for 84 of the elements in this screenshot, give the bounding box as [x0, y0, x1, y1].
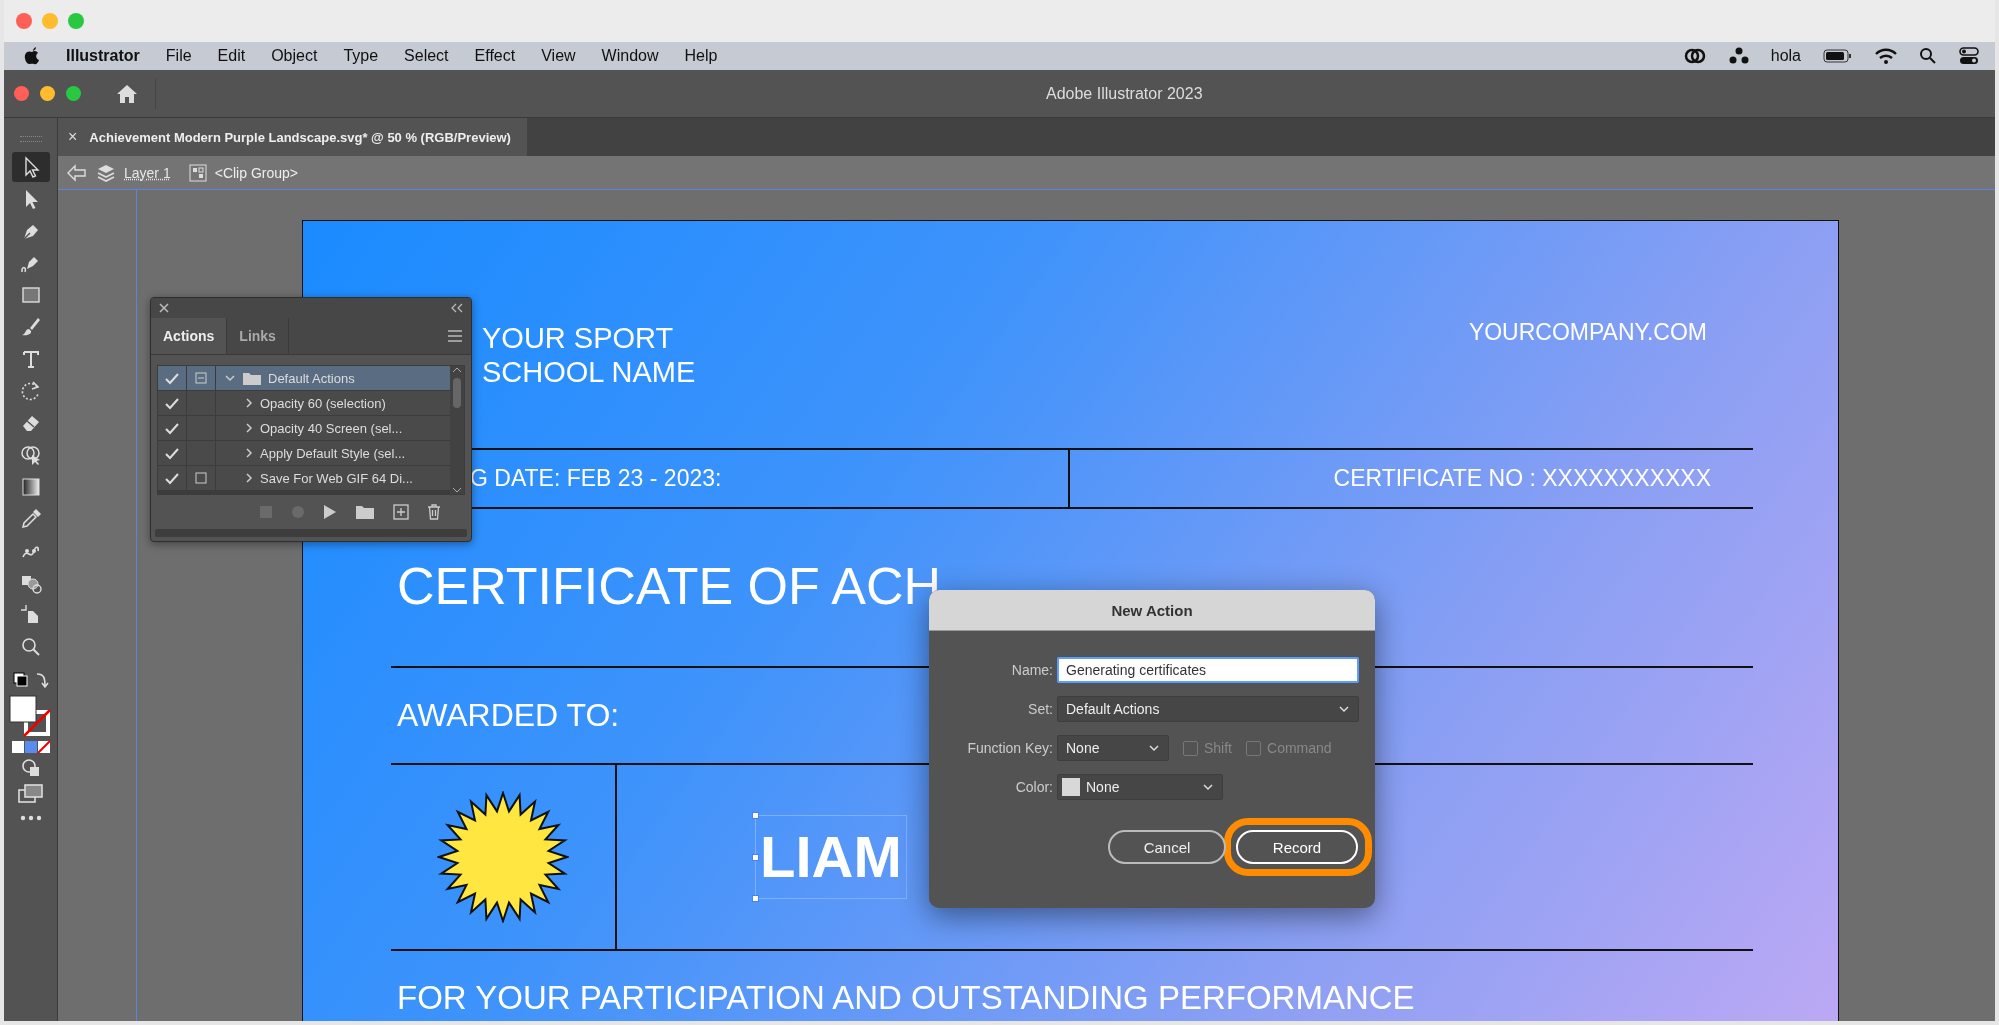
chevron-down-icon: [452, 486, 462, 494]
menu-item[interactable]: Object: [271, 47, 318, 65]
apple-icon[interactable]: [24, 47, 40, 65]
wifi-icon[interactable]: [1875, 48, 1897, 64]
footer-text: FOR YOUR PARTICIPATION AND OUTSTANDING PERFORMANCE: [397, 979, 1415, 1016]
close-icon[interactable]: [159, 303, 169, 313]
menu-item[interactable]: Help: [684, 47, 718, 65]
battery-icon[interactable]: [1823, 48, 1853, 64]
set-dropdown[interactable]: Default Actions: [1057, 696, 1359, 722]
menu-item[interactable]: View: [541, 47, 576, 65]
new-item-icon[interactable]: [393, 504, 409, 520]
layers-icon: [96, 162, 116, 183]
action-name: Opacity 40 Screen (sel...: [260, 420, 403, 436]
action-row[interactable]: Default Actions: [158, 366, 450, 390]
field-label: Function Key:: [967, 740, 1053, 756]
chevron-right-icon: [244, 422, 254, 434]
panel-tab[interactable]: Actions: [151, 318, 228, 354]
chevron-down-icon: [224, 373, 236, 383]
app-menu[interactable]: Illustrator: [66, 47, 140, 65]
menu-item[interactable]: File: [165, 47, 192, 65]
action-name: Apply Default Style (sel...: [260, 445, 406, 461]
function-key-dropdown[interactable]: None: [1057, 735, 1169, 761]
folder-icon: [242, 370, 262, 386]
action-name: Default Actions: [268, 370, 355, 386]
window-control[interactable]: [16, 13, 32, 29]
chevron-down-icon: [1338, 704, 1350, 714]
chevron-down-icon: [1202, 782, 1214, 792]
trash-icon[interactable]: [427, 504, 441, 520]
menu-item[interactable]: Select: [404, 47, 449, 65]
action-row[interactable]: Opacity 40 Screen (sel...: [158, 416, 450, 440]
action-name: Opacity 60 (selection): [260, 395, 386, 411]
chevron-right-icon: [244, 472, 254, 484]
menu-item[interactable]: Edit: [217, 47, 246, 65]
user-name[interactable]: hola: [1770, 47, 1801, 65]
action-row[interactable]: Save For Web GIF 64 Di...: [158, 466, 450, 490]
field-label: Color:: [1015, 779, 1053, 795]
layer-link[interactable]: Layer 1: [124, 164, 171, 181]
color-modes-icon[interactable]: [10, 740, 51, 754]
menu-item[interactable]: Type: [343, 47, 379, 65]
folder-icon[interactable]: [355, 504, 375, 520]
fill-stroke-swatch-icon[interactable]: [7, 694, 54, 738]
control-center-icon[interactable]: [1959, 47, 1979, 65]
website: YOURCOMPANY.COM: [1468, 319, 1707, 347]
window-title: Adobe Illustrator 2023: [1046, 84, 1203, 103]
action-name: Save For Web GIF 64 Di...: [260, 470, 413, 486]
clip-group-icon: [188, 163, 207, 182]
scrollbar-thumb[interactable]: [453, 378, 461, 408]
awarded-label: AWARDED TO:: [397, 697, 620, 734]
home-icon[interactable]: [115, 82, 139, 105]
collapse-icon[interactable]: [451, 303, 463, 313]
pointer-outline-icon[interactable]: [11, 152, 50, 182]
chevron-right-icon: [244, 447, 254, 459]
three-dots-icon[interactable]: [1728, 47, 1749, 65]
window-control[interactable]: [40, 86, 55, 101]
screen-mode-icon[interactable]: [16, 782, 45, 806]
play-icon[interactable]: [323, 504, 337, 520]
chevron-down-icon: [1148, 743, 1160, 753]
dialog-toggle-icon: [195, 372, 207, 384]
menu-item[interactable]: Window: [601, 47, 659, 65]
certificate-number: CERTIFICATE NO : XXXXXXXXXXX: [1333, 465, 1711, 492]
field-label: Name:: [1011, 662, 1053, 678]
window-control[interactable]: [66, 86, 81, 101]
chevron-up-icon: [452, 366, 462, 374]
search-icon[interactable]: [1919, 47, 1937, 65]
creative-cloud-icon[interactable]: [1682, 46, 1707, 66]
name-field[interactable]: Generating certificates: [1057, 657, 1359, 683]
school-name: YOUR SPORT SCHOOL NAME: [482, 321, 696, 390]
chevron-right-icon: [244, 397, 254, 409]
scrollbar[interactable]: [450, 366, 464, 494]
dialog-toggle-icon: [195, 472, 207, 484]
window-control[interactable]: [14, 86, 29, 101]
action-row[interactable]: Apply Default Style (sel...: [158, 441, 450, 465]
color-swatch: [1062, 778, 1080, 796]
menu-icon[interactable]: [447, 330, 463, 342]
default-button[interactable]: Record: [1236, 830, 1358, 864]
back-arrow-icon[interactable]: [66, 162, 88, 183]
action-row[interactable]: Opacity 60 (selection): [158, 391, 450, 415]
color-dropdown[interactable]: None: [1057, 774, 1223, 800]
menu-item[interactable]: Effect: [474, 47, 516, 65]
field-label: Set:: [1028, 701, 1053, 717]
document-tab[interactable]: × Achievement Modern Purple Landscape.svg* @ 50 % (RGB/Preview): [58, 118, 527, 156]
breadcrumb-item[interactable]: <Clip Group>: [214, 164, 298, 181]
starburst-icon: [437, 791, 569, 923]
dialog-button[interactable]: Cancel: [1108, 830, 1226, 864]
